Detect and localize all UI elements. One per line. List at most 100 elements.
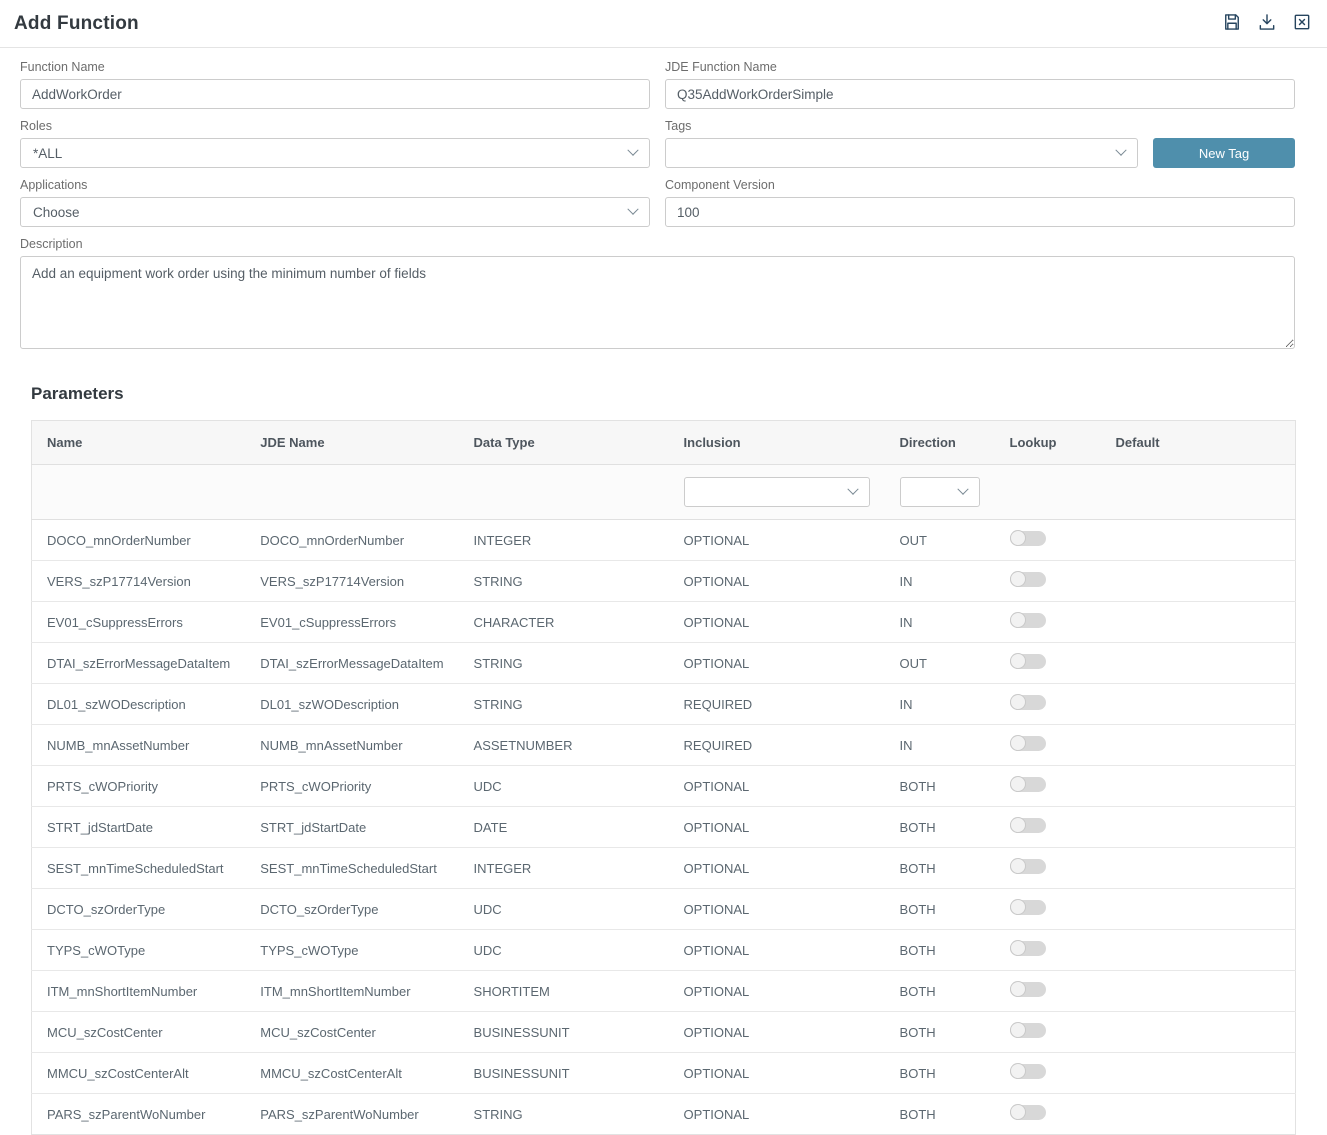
param-name-cell: STRT_jdStartDate	[32, 807, 246, 848]
param-default-cell	[1101, 684, 1296, 725]
param-lookup-cell	[995, 643, 1101, 684]
param-direction-cell: BOTH	[885, 807, 995, 848]
table-row[interactable]: DL01_szWODescription DL01_szWODescriptio…	[32, 684, 1296, 725]
applications-label: Applications	[20, 178, 650, 192]
component-version-input[interactable]	[665, 197, 1295, 227]
direction-filter-select[interactable]	[900, 477, 980, 507]
param-jde-name-cell: DL01_szWODescription	[245, 684, 458, 725]
param-data-type-cell: INTEGER	[459, 520, 669, 561]
param-table-body: DOCO_mnOrderNumber DOCO_mnOrderNumber IN…	[32, 520, 1296, 1135]
toggle-knob	[1010, 940, 1026, 956]
lookup-toggle[interactable]	[1010, 531, 1046, 546]
param-direction-cell: BOTH	[885, 766, 995, 807]
param-data-type-cell: CHARACTER	[459, 602, 669, 643]
toggle-knob	[1010, 571, 1026, 587]
param-jde-name-cell: DTAI_szErrorMessageDataItem	[245, 643, 458, 684]
table-row[interactable]: PRTS_cWOPriority PRTS_cWOPriority UDC OP…	[32, 766, 1296, 807]
param-lookup-cell	[995, 971, 1101, 1012]
table-header-row: Name JDE Name Data Type Inclusion Direct…	[32, 421, 1296, 465]
roles-select[interactable]: *ALL	[20, 138, 650, 168]
table-row[interactable]: ITM_mnShortItemNumber ITM_mnShortItemNum…	[32, 971, 1296, 1012]
param-name-cell: NUMB_mnAssetNumber	[32, 725, 246, 766]
jde-function-name-label: JDE Function Name	[665, 60, 1295, 74]
lookup-toggle[interactable]	[1010, 695, 1046, 710]
param-lookup-cell	[995, 807, 1101, 848]
close-button[interactable]	[1291, 13, 1313, 35]
description-label: Description	[20, 237, 1295, 251]
column-header-jde-name: JDE Name	[245, 421, 458, 465]
lookup-toggle[interactable]	[1010, 572, 1046, 587]
lookup-toggle[interactable]	[1010, 941, 1046, 956]
toggle-knob	[1010, 653, 1026, 669]
param-default-cell	[1101, 766, 1296, 807]
table-row[interactable]: VERS_szP17714Version VERS_szP17714Versio…	[32, 561, 1296, 602]
param-direction-cell: IN	[885, 725, 995, 766]
table-row[interactable]: TYPS_cWOType TYPS_cWOType UDC OPTIONAL B…	[32, 930, 1296, 971]
table-row[interactable]: PARS_szParentWoNumber PARS_szParentWoNum…	[32, 1094, 1296, 1135]
tags-field: Tags New Tag	[665, 119, 1295, 168]
applications-select[interactable]: Choose	[20, 197, 650, 227]
tags-select[interactable]	[665, 138, 1138, 168]
param-name-cell: SEST_mnTimeScheduledStart	[32, 848, 246, 889]
param-default-cell	[1101, 1053, 1296, 1094]
inclusion-filter-select[interactable]	[684, 477, 870, 507]
lookup-toggle[interactable]	[1010, 736, 1046, 751]
param-inclusion-cell: OPTIONAL	[669, 520, 885, 561]
param-data-type-cell: DATE	[459, 807, 669, 848]
table-row[interactable]: DTAI_szErrorMessageDataItem DTAI_szError…	[32, 643, 1296, 684]
lookup-toggle[interactable]	[1010, 1064, 1046, 1079]
table-row[interactable]: NUMB_mnAssetNumber NUMB_mnAssetNumber AS…	[32, 725, 1296, 766]
roles-select-value: *ALL	[33, 146, 62, 161]
description-textarea[interactable]: Add an equipment work order using the mi…	[20, 256, 1295, 349]
jde-function-name-input[interactable]	[665, 79, 1295, 109]
lookup-toggle[interactable]	[1010, 818, 1046, 833]
param-data-type-cell: BUSINESSUNIT	[459, 1012, 669, 1053]
param-default-cell	[1101, 520, 1296, 561]
table-row[interactable]: DOCO_mnOrderNumber DOCO_mnOrderNumber IN…	[32, 520, 1296, 561]
lookup-toggle[interactable]	[1010, 900, 1046, 915]
download-button[interactable]	[1256, 13, 1278, 35]
toggle-knob	[1010, 899, 1026, 915]
table-row[interactable]: SEST_mnTimeScheduledStart SEST_mnTimeSch…	[32, 848, 1296, 889]
lookup-toggle[interactable]	[1010, 1105, 1046, 1120]
param-jde-name-cell: STRT_jdStartDate	[245, 807, 458, 848]
table-row[interactable]: STRT_jdStartDate STRT_jdStartDate DATE O…	[32, 807, 1296, 848]
param-inclusion-cell: OPTIONAL	[669, 971, 885, 1012]
function-name-input[interactable]	[20, 79, 650, 109]
param-default-cell	[1101, 602, 1296, 643]
table-row[interactable]: DCTO_szOrderType DCTO_szOrderType UDC OP…	[32, 889, 1296, 930]
param-lookup-cell	[995, 1053, 1101, 1094]
component-version-field: Component Version	[665, 178, 1295, 227]
save-button[interactable]	[1221, 13, 1243, 35]
param-data-type-cell: STRING	[459, 561, 669, 602]
param-direction-cell: IN	[885, 561, 995, 602]
new-tag-button[interactable]: New Tag	[1153, 138, 1295, 168]
lookup-toggle[interactable]	[1010, 613, 1046, 628]
toggle-knob	[1010, 817, 1026, 833]
close-icon	[1292, 12, 1312, 35]
chevron-down-icon	[957, 484, 968, 495]
column-header-name: Name	[32, 421, 246, 465]
param-jde-name-cell: PRTS_cWOPriority	[245, 766, 458, 807]
param-jde-name-cell: MCU_szCostCenter	[245, 1012, 458, 1053]
applications-field: Applications Choose	[20, 178, 650, 227]
param-inclusion-cell: OPTIONAL	[669, 1053, 885, 1094]
column-header-lookup: Lookup	[995, 421, 1101, 465]
lookup-toggle[interactable]	[1010, 654, 1046, 669]
lookup-toggle[interactable]	[1010, 982, 1046, 997]
param-default-cell	[1101, 561, 1296, 602]
table-row[interactable]: MCU_szCostCenter MCU_szCostCenter BUSINE…	[32, 1012, 1296, 1053]
lookup-toggle[interactable]	[1010, 777, 1046, 792]
table-row[interactable]: EV01_cSuppressErrors EV01_cSuppressError…	[32, 602, 1296, 643]
param-jde-name-cell: MMCU_szCostCenterAlt	[245, 1053, 458, 1094]
lookup-toggle[interactable]	[1010, 859, 1046, 874]
param-data-type-cell: STRING	[459, 643, 669, 684]
param-name-cell: MCU_szCostCenter	[32, 1012, 246, 1053]
param-name-cell: VERS_szP17714Version	[32, 561, 246, 602]
toggle-knob	[1010, 735, 1026, 751]
param-lookup-cell	[995, 684, 1101, 725]
lookup-toggle[interactable]	[1010, 1023, 1046, 1038]
param-direction-cell: BOTH	[885, 1012, 995, 1053]
function-form: Function Name JDE Function Name Roles *A…	[0, 48, 1327, 354]
table-row[interactable]: MMCU_szCostCenterAlt MMCU_szCostCenterAl…	[32, 1053, 1296, 1094]
